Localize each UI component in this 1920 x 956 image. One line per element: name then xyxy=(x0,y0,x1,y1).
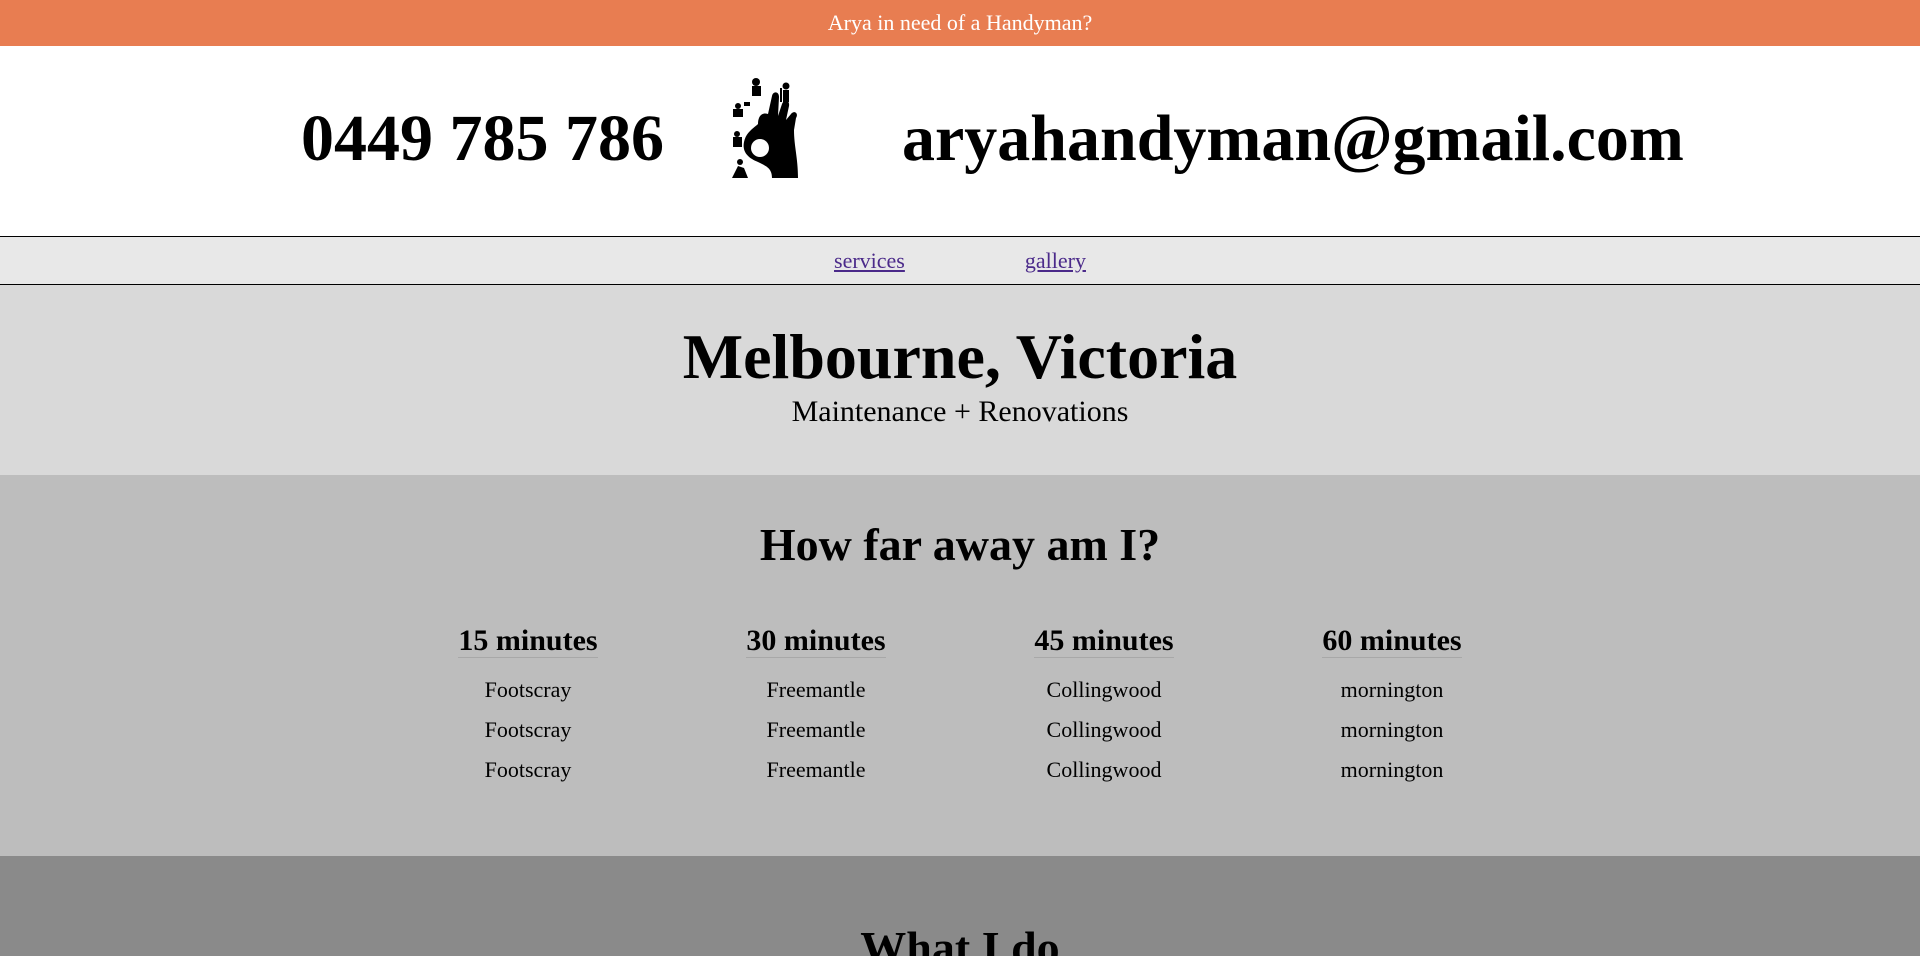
column-heading: 30 minutes xyxy=(746,624,886,658)
column-heading: 60 minutes xyxy=(1322,624,1462,658)
place-item: Footscray xyxy=(484,717,572,742)
place-item: Freemantle xyxy=(766,757,866,782)
hero-section: Melbourne, Victoria Maintenance + Renova… xyxy=(0,285,1920,475)
place-item: Collingwood xyxy=(1046,757,1162,782)
nav-link-gallery[interactable]: gallery xyxy=(1025,248,1086,274)
nav-link-services[interactable]: services xyxy=(834,248,905,274)
what-i-do-section: What I do xyxy=(0,856,1920,956)
column-heading: 45 minutes xyxy=(1034,624,1174,658)
place-item: Freemantle xyxy=(766,717,866,742)
distance-column: 30 minutes Freemantle Freemantle Freeman… xyxy=(672,624,960,790)
place-item: mornington xyxy=(1340,677,1444,702)
column-heading: 15 minutes xyxy=(458,624,598,658)
distance-column: 60 minutes mornington mornington morning… xyxy=(1248,624,1536,790)
distance-section: How far away am I? 15 minutes Footscray … xyxy=(0,475,1920,856)
place-item: mornington xyxy=(1340,757,1444,782)
distance-title: How far away am I? xyxy=(759,519,1161,570)
distance-column: 45 minutes Collingwood Collingwood Colli… xyxy=(960,624,1248,790)
place-item: Freemantle xyxy=(766,677,866,702)
email-address[interactable]: aryahandyman@gmail.com xyxy=(902,101,1684,177)
header: 0449 785 786 aryahandyman@gmail.com xyxy=(0,46,1920,236)
ok-hand-tools-icon xyxy=(732,78,798,178)
distance-columns: 15 minutes Footscray Footscray Footscray… xyxy=(0,624,1920,790)
place-item: Footscray xyxy=(484,677,572,702)
top-banner: Arya in need of a Handyman? xyxy=(0,0,1920,46)
phone-number[interactable]: 0449 785 786 xyxy=(301,101,664,177)
place-item: Collingwood xyxy=(1046,717,1162,742)
hero-subtitle: Maintenance + Renovations xyxy=(791,395,1129,428)
place-item: Footscray xyxy=(484,757,572,782)
top-banner-text: Arya in need of a Handyman? xyxy=(827,10,1093,35)
what-i-do-title: What I do xyxy=(860,922,1060,956)
main-nav: services gallery xyxy=(0,236,1920,285)
place-item: mornington xyxy=(1340,717,1444,742)
hero-title: Melbourne, Victoria xyxy=(682,321,1238,392)
distance-column: 15 minutes Footscray Footscray Footscray xyxy=(384,624,672,790)
place-item: Collingwood xyxy=(1046,677,1162,702)
